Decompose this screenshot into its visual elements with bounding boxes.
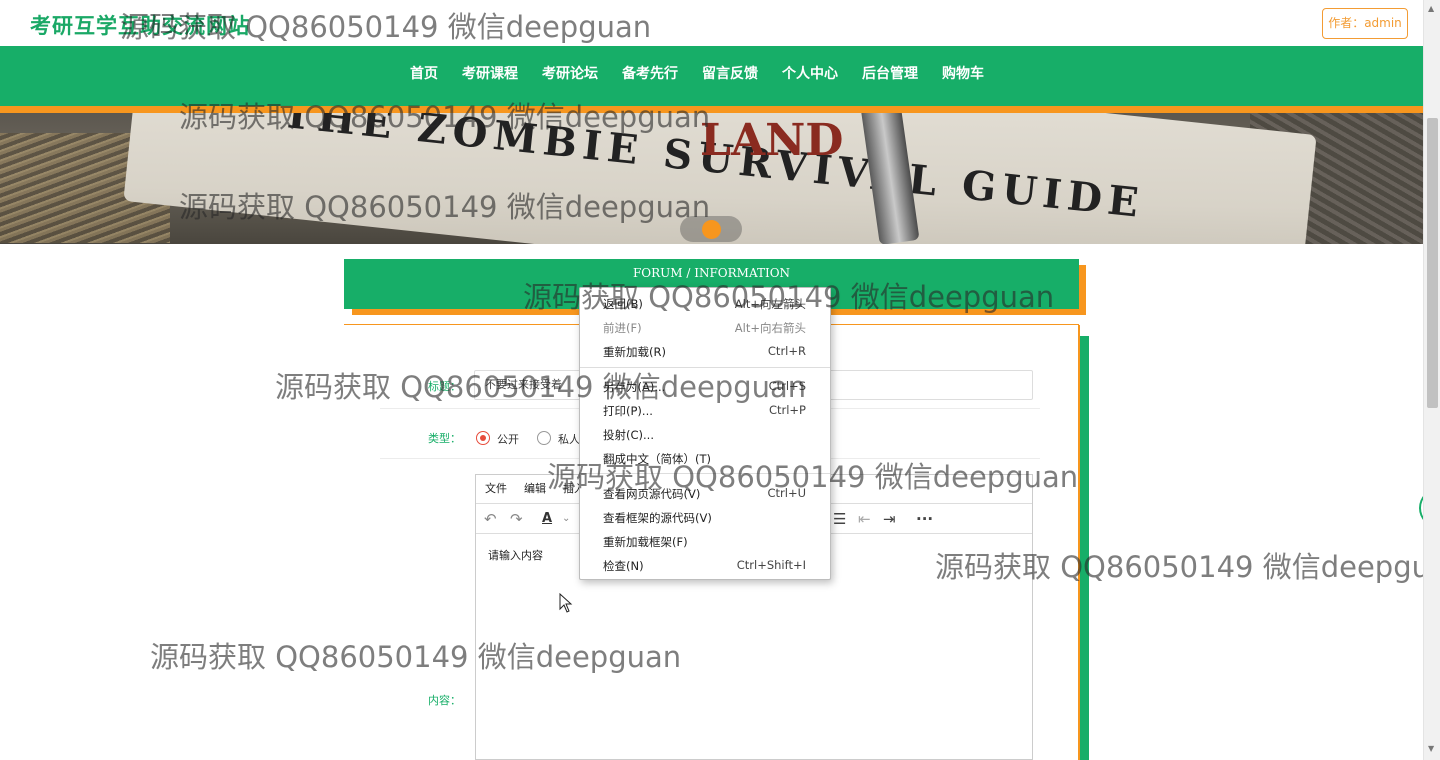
nav-item-feedback[interactable]: 留言反馈 [690, 46, 770, 102]
ctx-inspect-shortcut: Ctrl+Shift+I [736, 558, 806, 572]
ctx-forward[interactable]: 前进(F) Alt+向右箭头 [580, 315, 830, 339]
carousel-dot-3[interactable] [725, 19, 737, 23]
ctx-translate-label: 翻成中文（简体）(T) [603, 452, 711, 466]
ctx-reload-label: 重新加载(R) [603, 345, 666, 359]
type-radio-public[interactable] [476, 431, 490, 445]
nav-item-prep[interactable]: 备考先行 [610, 46, 690, 102]
ctx-save-as-label: 另存为(A)... [603, 380, 666, 394]
ctx-view-frame-source-label: 查看框架的源代码(V) [603, 511, 712, 525]
nav-item-admin[interactable]: 后台管理 [850, 46, 930, 102]
outdent-icon[interactable]: ⇤ [858, 510, 871, 528]
type-radio-private[interactable] [537, 431, 551, 445]
nav-item-forum[interactable]: 考研论坛 [530, 46, 610, 102]
scroll-thumb[interactable] [1427, 118, 1438, 408]
nav-item-home[interactable]: 首页 [398, 46, 450, 102]
title-label: 标题： [428, 380, 461, 393]
nav-accent-stripe [0, 106, 1423, 113]
ctx-print-label: 打印(P)... [603, 404, 653, 418]
banner-book-title-red: LAND [700, 115, 844, 166]
ctx-translate[interactable]: 翻成中文（简体）(T) [580, 446, 830, 470]
redo-icon[interactable]: ↷ [510, 510, 523, 528]
nav-item-cart[interactable]: 购物车 [930, 46, 996, 102]
nav-item-profile[interactable]: 个人中心 [770, 46, 850, 102]
editor-menu-file[interactable]: 文件 [476, 475, 515, 503]
ctx-reload-shortcut: Ctrl+R [767, 344, 806, 358]
top-bar: 考研互学互助交流网站 作者：admin [0, 0, 1423, 46]
carousel-dot-active[interactable] [702, 220, 721, 239]
ctx-view-source[interactable]: 查看网页源代码(V) Ctrl+U [580, 481, 830, 505]
page-scrollbar[interactable]: ▲ ▼ [1423, 0, 1440, 760]
ctx-cast[interactable]: 投射(C)... [580, 422, 830, 446]
ctx-save-as-shortcut: Ctrl+S [768, 379, 806, 393]
scroll-down-icon[interactable]: ▼ [1428, 744, 1434, 753]
ctx-view-source-label: 查看网页源代码(V) [603, 487, 701, 501]
type-radio-private-label: 私人 [558, 433, 580, 446]
ctx-view-source-shortcut: Ctrl+U [767, 486, 806, 500]
ctx-forward-label: 前进(F) [603, 321, 642, 335]
ctx-separator [580, 473, 830, 474]
site-title[interactable]: 考研互学互助交流网站 [30, 10, 250, 40]
align-justify-icon[interactable]: ☰ [833, 510, 846, 528]
indent-icon[interactable]: ⇥ [883, 510, 896, 528]
main-nav: 首页 考研课程 考研论坛 备考先行 留言反馈 个人中心 后台管理 购物车 [0, 46, 1423, 106]
ctx-back[interactable]: 返回(B) Alt+向左箭头 [580, 291, 830, 315]
nav-item-courses[interactable]: 考研课程 [450, 46, 530, 102]
ctx-forward-shortcut: Alt+向右箭头 [734, 321, 806, 335]
type-label: 类型： [428, 432, 461, 445]
font-color-icon[interactable]: A [542, 510, 552, 528]
ctx-back-shortcut: Alt+向左箭头 [734, 297, 806, 311]
ctx-reload[interactable]: 重新加载(R) Ctrl+R [580, 339, 830, 363]
chevron-down-icon[interactable]: ⌄ [562, 510, 570, 528]
ctx-save-as[interactable]: 另存为(A)... Ctrl+S [580, 374, 830, 398]
ctx-inspect[interactable]: 检查(N) Ctrl+Shift+I [580, 553, 830, 577]
ctx-view-frame-source[interactable]: 查看框架的源代码(V) [580, 505, 830, 529]
ctx-reload-frame-label: 重新加载框架(F) [603, 535, 688, 549]
ctx-separator [580, 367, 830, 368]
ctx-reload-frame[interactable]: 重新加载框架(F) [580, 529, 830, 553]
carousel-dot-1[interactable] [686, 19, 698, 23]
editor-placeholder[interactable]: 请输入内容 [488, 547, 543, 563]
ctx-print[interactable]: 打印(P)... Ctrl+P [580, 398, 830, 422]
type-radio-public-label: 公开 [497, 433, 519, 446]
ctx-cast-label: 投射(C)... [603, 428, 654, 442]
scroll-up-icon[interactable]: ▲ [1428, 4, 1434, 13]
ctx-inspect-label: 检查(N) [603, 559, 644, 573]
ctx-back-label: 返回(B) [603, 297, 643, 311]
form-accent-bar [1080, 336, 1089, 760]
page: 考研互学互助交流网站 作者：admin 首页 考研课程 考研论坛 备考先行 留言… [0, 0, 1440, 760]
ctx-print-shortcut: Ctrl+P [768, 403, 806, 417]
author-badge[interactable]: 作者：admin [1322, 8, 1408, 39]
forum-header-title: FORUM / INFORMATION [632, 266, 791, 280]
context-menu: 返回(B) Alt+向左箭头 前进(F) Alt+向右箭头 重新加载(R) Ctrl+… [579, 287, 831, 580]
more-icon[interactable]: ··· [916, 510, 933, 528]
content-label: 内容： [428, 694, 461, 707]
editor-menu-edit[interactable]: 编辑 [515, 475, 554, 503]
undo-icon[interactable]: ↶ [484, 510, 497, 528]
